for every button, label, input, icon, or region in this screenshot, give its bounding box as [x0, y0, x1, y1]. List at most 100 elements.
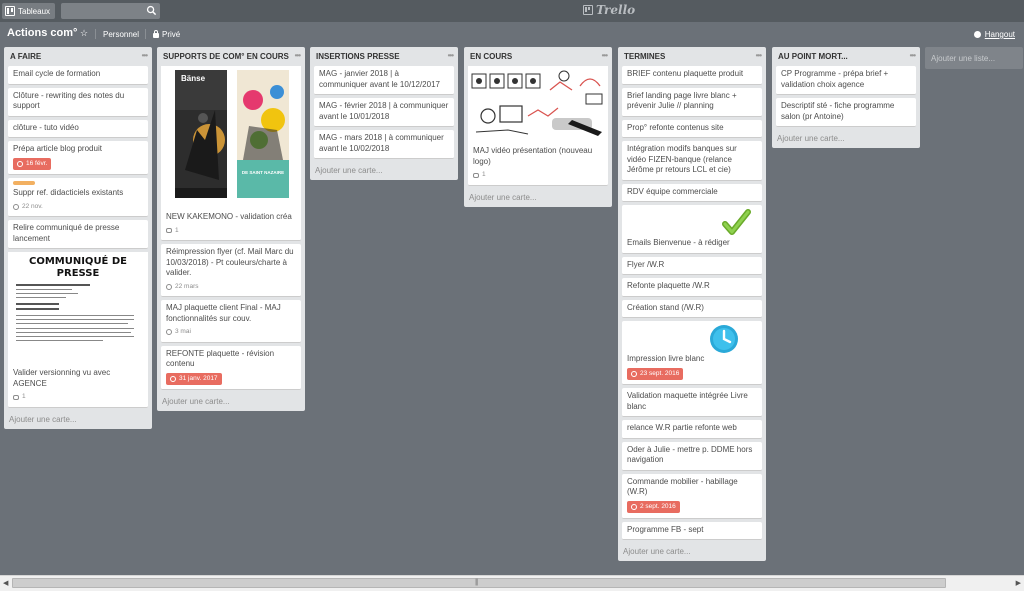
- card[interactable]: Suppr ref. didacticiels existants 22 nov…: [8, 178, 148, 218]
- list-header[interactable]: TERMINES •••: [618, 47, 766, 66]
- card[interactable]: Création stand (/W.R): [622, 299, 762, 318]
- card-title: MAG - février 2018 | à communiquer avant…: [319, 101, 449, 121]
- sticker-area: [627, 324, 757, 354]
- card[interactable]: COMMUNIQUÉ DE PRESSE Valider versionning…: [8, 252, 148, 408]
- card-title: CP Programme - prépa brief + validation …: [781, 69, 889, 89]
- list-title: A FAIRE: [10, 52, 42, 61]
- horizontal-scrollbar[interactable]: ◀ ||| ▶: [0, 575, 1024, 591]
- list-en-cours: EN COURS ••• MAJ vidéo présentation (nou…: [464, 47, 612, 207]
- clock-icon: [631, 370, 637, 377]
- card[interactable]: Descriptif sté - fiche programme salon (…: [776, 98, 916, 127]
- card[interactable]: REFONTE plaquette - révision contenu 31 …: [161, 345, 301, 391]
- due-date-badge: 23 sept. 2016: [627, 367, 684, 380]
- scroll-left-arrow-icon[interactable]: ◀: [3, 579, 8, 587]
- board-visibility-link[interactable]: Privé: [153, 30, 180, 39]
- list-menu-icon[interactable]: •••: [448, 51, 454, 60]
- card[interactable]: Commande mobilier - habillage (W.R) 2 se…: [622, 473, 762, 519]
- search-icon[interactable]: [146, 5, 157, 16]
- card-title: BRIEF contenu plaquette produit: [627, 69, 744, 78]
- clock-icon: [631, 504, 637, 510]
- list-menu-icon[interactable]: •••: [602, 51, 608, 60]
- card[interactable]: Flyer /W.R: [622, 256, 762, 275]
- list-header[interactable]: EN COURS •••: [464, 47, 612, 66]
- add-card-button[interactable]: Ajouter une carte...: [464, 189, 612, 207]
- card[interactable]: clôture - tuto vidéo: [8, 119, 148, 138]
- card[interactable]: Intégration modifs banques sur vidéo FIZ…: [622, 141, 762, 181]
- card[interactable]: Email cycle de formation: [8, 66, 148, 85]
- list-title: TERMINES: [624, 52, 666, 61]
- card[interactable]: Validation maquette intégrée Livre blanc: [622, 388, 762, 418]
- add-card-button[interactable]: Ajouter une carte...: [310, 162, 458, 180]
- list-menu-icon[interactable]: •••: [142, 51, 148, 60]
- card[interactable]: MAJ vidéo présentation (nouveau logo) 1: [468, 66, 608, 186]
- card[interactable]: Prop° refonte contenus site: [622, 119, 762, 138]
- due-date-badge: 16 févr.: [13, 157, 52, 170]
- boards-button[interactable]: Tableaux: [2, 3, 56, 19]
- add-card-button[interactable]: Ajouter une carte...: [772, 130, 920, 148]
- board-header: Actions com° ☆ Personnel Privé Hangout: [0, 22, 1024, 46]
- card-title: RDV équipe commerciale: [627, 186, 718, 196]
- list-termines: TERMINES ••• BRIEF contenu plaquette prod…: [618, 47, 766, 561]
- list-header[interactable]: INSERTIONS PRESSE •••: [310, 47, 458, 66]
- board-title[interactable]: Actions com°: [7, 27, 77, 39]
- hangout-label: Hangout: [984, 30, 1015, 39]
- card[interactable]: Réimpression flyer (cf. Mail Marc du 10/…: [161, 244, 301, 297]
- header-divider: [95, 29, 96, 39]
- add-list-button[interactable]: Ajouter une liste...: [925, 47, 1023, 69]
- card[interactable]: Oder à Julie - mettre p. DDME hors navig…: [622, 441, 762, 471]
- clock-icon: [166, 283, 172, 290]
- list-header[interactable]: SUPPORTS DE COM° EN COURS •••: [157, 47, 305, 66]
- add-card-button[interactable]: Ajouter une carte...: [157, 393, 305, 411]
- document-lines: [16, 284, 140, 342]
- card[interactable]: Refonte plaquette /W.R: [622, 278, 762, 297]
- card[interactable]: Clôture - rewriting des notes du support: [8, 87, 148, 117]
- board-visibility-label: Privé: [162, 30, 181, 39]
- card[interactable]: Relire communiqué de presse lancement: [8, 220, 148, 250]
- list-header[interactable]: A FAIRE •••: [4, 47, 152, 66]
- card-title: NEW KAKEMONO - validation créa: [166, 212, 292, 221]
- list-header[interactable]: AU POINT MORT... •••: [772, 47, 920, 66]
- card-title: Commande mobilier - habillage (W.R): [627, 476, 738, 497]
- card[interactable]: RDV équipe commerciale: [622, 183, 762, 202]
- add-card-button[interactable]: Ajouter une carte...: [618, 543, 766, 561]
- list-menu-icon[interactable]: •••: [295, 51, 301, 60]
- card[interactable]: Bänse DE SAINT NAZAIRE NEW KAKEMONO - va…: [161, 66, 301, 241]
- card[interactable]: MAJ plaquette client Final - MAJ fonctio…: [161, 300, 301, 343]
- trello-logo[interactable]: Trello: [583, 3, 635, 17]
- card-title: Impression livre blanc: [627, 354, 705, 363]
- card[interactable]: Brief landing page livre blanc + préveni…: [622, 87, 762, 117]
- card[interactable]: Prépa article blog produit 16 févr.: [8, 141, 148, 176]
- card[interactable]: relance W.R partie refonte web: [622, 420, 762, 439]
- list-insertions-presse: INSERTIONS PRESSE ••• MAG - janvier 2018 …: [310, 47, 458, 180]
- card[interactable]: MAG - février 2018 | à communiquer avant…: [314, 98, 454, 127]
- card-title: Valider versionning vu avec AGENCE: [13, 368, 111, 388]
- hangout-link[interactable]: Hangout: [973, 30, 1015, 39]
- card-title: Clôture - rewriting des notes du support: [13, 90, 125, 111]
- card[interactable]: BRIEF contenu plaquette produit: [622, 66, 762, 85]
- board-team-link[interactable]: Personnel: [103, 30, 139, 39]
- search-input[interactable]: [61, 3, 160, 19]
- scroll-right-arrow-icon[interactable]: ▶: [1016, 579, 1021, 587]
- comment-icon: [166, 228, 172, 234]
- boards-button-label: Tableaux: [18, 6, 51, 16]
- star-icon[interactable]: ☆: [80, 28, 88, 39]
- card[interactable]: Programme FB - sept: [622, 521, 762, 540]
- card-date: 22 mars: [175, 282, 199, 290]
- list-menu-icon[interactable]: •••: [756, 51, 762, 60]
- list-menu-icon[interactable]: •••: [910, 51, 916, 60]
- check-sticker-icon: [722, 209, 751, 235]
- comment-icon: [473, 172, 479, 178]
- comment-icon: [13, 395, 19, 400]
- card[interactable]: Emails Bienvenue - à rédiger: [622, 205, 762, 254]
- add-card-button[interactable]: Ajouter une carte...: [4, 411, 152, 429]
- card[interactable]: MAG - mars 2018 | à communiquer avant le…: [314, 130, 454, 159]
- card-title: Intégration modifs banques sur vidéo FIZ…: [627, 144, 737, 174]
- card-comments: 1: [473, 170, 603, 181]
- scrollbar-thumb[interactable]: |||: [12, 578, 946, 588]
- card[interactable]: Impression livre blanc 23 sept. 2016: [622, 321, 762, 386]
- card-date: 22 nov.: [22, 202, 43, 210]
- card[interactable]: CP Programme - prépa brief + validation …: [776, 66, 916, 95]
- list-title: EN COURS: [470, 52, 513, 61]
- card-comments: 1: [13, 392, 143, 403]
- card[interactable]: MAG - janvier 2018 | à communiquer avant…: [314, 66, 454, 95]
